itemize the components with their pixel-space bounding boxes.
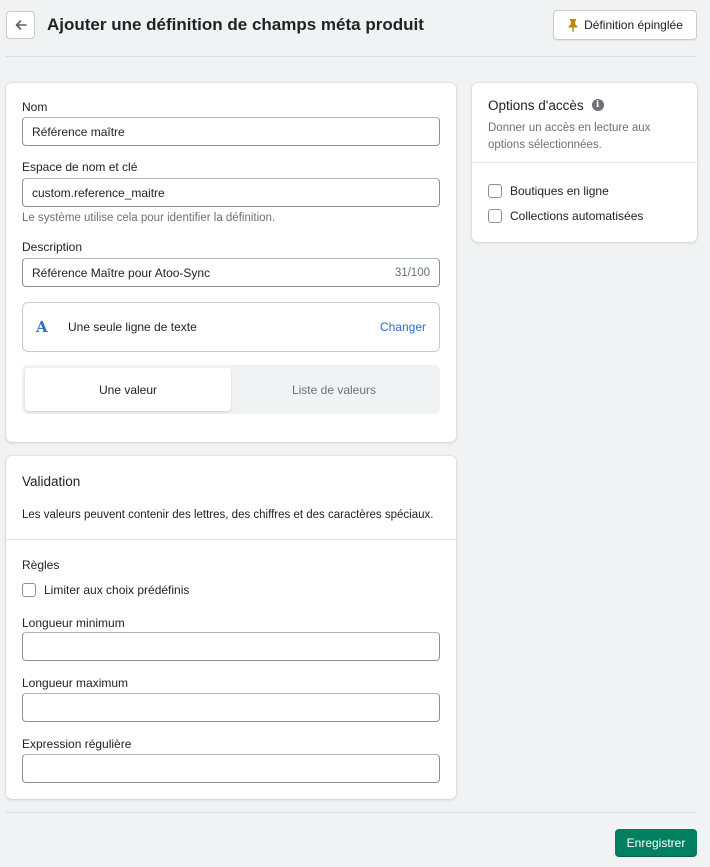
max-length-input[interactable] — [22, 693, 440, 722]
validation-card: Validation Les valeurs peuvent contenir … — [6, 456, 456, 799]
change-type-link[interactable]: Changer — [380, 320, 426, 334]
access-option-auto-collections[interactable]: Collections automatisées — [488, 209, 643, 223]
auto-collections-label: Collections automatisées — [510, 209, 644, 223]
pinned-definition-button[interactable]: Définition épinglée — [553, 10, 697, 40]
save-button[interactable]: Enregistrer — [615, 829, 697, 857]
namespace-help: Le système utilise cela pour identifier … — [22, 212, 276, 224]
access-divider — [472, 162, 697, 163]
pin-icon — [568, 19, 578, 32]
regex-input[interactable] — [22, 754, 440, 783]
name-input[interactable]: Référence maître — [22, 117, 440, 146]
name-input-value: Référence maître — [32, 124, 125, 139]
type-label: Une seule ligne de texte — [68, 320, 197, 334]
name-label: Nom — [22, 100, 48, 114]
page-title: Ajouter une définition de champs méta pr… — [47, 15, 424, 34]
arrow-left-icon — [15, 20, 27, 30]
description-label: Description — [22, 240, 83, 254]
min-length-input[interactable] — [22, 632, 440, 661]
value-type-segmented: Une valeur Liste de valeurs — [22, 365, 440, 414]
regex-label: Expression régulière — [22, 737, 132, 751]
validation-divider — [6, 539, 456, 540]
validation-description: Les valeurs peuvent contenir des lettres… — [22, 509, 434, 521]
access-title: Options d'accès — [488, 98, 584, 113]
single-value-tab[interactable]: Une valeur — [25, 368, 231, 411]
namespace-label: Espace de nom et clé — [22, 160, 138, 174]
limit-choices-checkbox[interactable] — [22, 583, 36, 597]
text-type-icon: A — [36, 318, 48, 336]
access-option-online-stores[interactable]: Boutiques en ligne — [488, 184, 609, 198]
definition-card: Nom Référence maître Espace de nom et cl… — [6, 83, 456, 442]
access-options-card: Options d'accès i Donner un accès en lect… — [472, 83, 697, 242]
namespace-input-value: custom.reference_maitre — [32, 185, 165, 200]
limit-choices-label: Limiter aux choix prédéfinis — [44, 583, 190, 597]
type-selector: A Une seule ligne de texte Changer — [22, 302, 440, 352]
rules-label: Règles — [22, 558, 60, 572]
list-values-tab[interactable]: Liste de valeurs — [231, 368, 437, 411]
online-stores-checkbox[interactable] — [488, 184, 502, 198]
description-counter: 31/100 — [394, 266, 430, 279]
access-description: Donner un accès en lecture aux options s… — [488, 122, 651, 151]
online-stores-label: Boutiques en ligne — [510, 184, 609, 198]
min-length-label: Longueur minimum — [22, 616, 125, 630]
limit-choices-row[interactable]: Limiter aux choix prédéfinis — [22, 583, 189, 597]
validation-title: Validation — [22, 474, 81, 489]
header-divider — [6, 56, 697, 57]
access-title-row: Options d'accès i — [488, 98, 604, 113]
info-icon[interactable]: i — [591, 99, 604, 112]
pinned-definition-label: Définition épinglée — [584, 18, 683, 32]
description-input[interactable]: Référence Maître pour Atoo-Sync 31/100 — [22, 258, 440, 287]
footer-divider — [6, 812, 697, 813]
description-input-value: Référence Maître pour Atoo-Sync — [32, 265, 211, 280]
back-button[interactable] — [6, 11, 35, 39]
namespace-input[interactable]: custom.reference_maitre — [22, 178, 440, 207]
auto-collections-checkbox[interactable] — [488, 209, 502, 223]
max-length-label: Longueur maximum — [22, 676, 129, 690]
